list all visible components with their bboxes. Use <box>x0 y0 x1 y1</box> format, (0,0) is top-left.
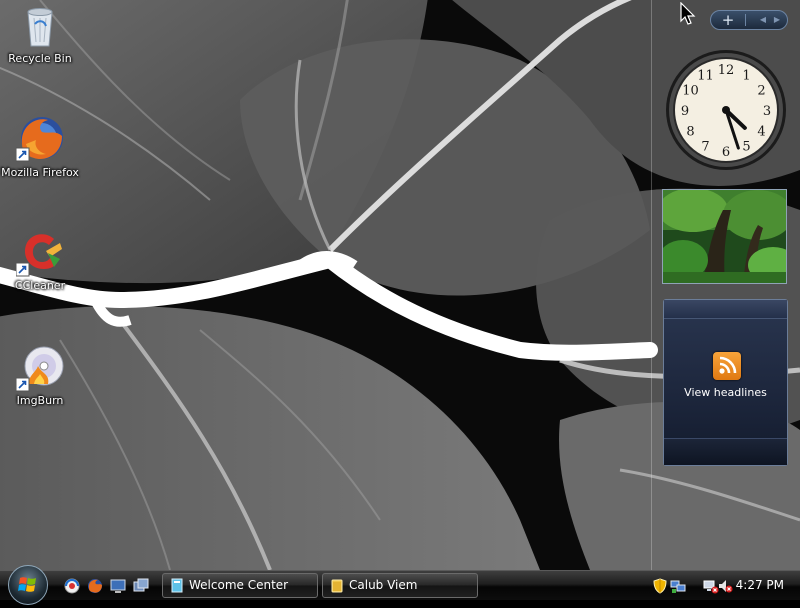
taskbar-button-folder[interactable]: Calub Viem <box>322 573 478 598</box>
show-desktop-icon[interactable] <box>110 578 126 594</box>
desktop-icon-label: CCleaner <box>14 279 66 292</box>
clock-numeral: 7 <box>701 140 709 155</box>
start-button[interactable] <box>8 565 48 605</box>
clock-numeral: 2 <box>757 84 765 99</box>
clock-numeral: 10 <box>682 84 699 99</box>
imgburn-icon <box>16 346 64 392</box>
clock-numeral: 1 <box>742 68 750 83</box>
volume-muted-icon[interactable] <box>717 578 733 594</box>
taskbar: Welcome Center Calub Viem 4:27 PM <box>0 565 800 605</box>
clock-face: 12 12 3 45678 9 1011 <box>666 50 786 170</box>
desktop-icon-label: ImgBurn <box>16 394 64 407</box>
feed-headlines-gadget[interactable]: View headlines <box>663 299 788 466</box>
clock-numeral: 4 <box>757 125 765 140</box>
ccleaner-icon <box>16 234 62 277</box>
clock-numeral: 6 <box>722 145 730 160</box>
desktop-icon-imgburn[interactable]: ImgBurn <box>0 344 82 407</box>
slideshow-gadget[interactable] <box>662 189 787 284</box>
desktop-icon-label: Recycle Bin <box>8 52 72 65</box>
notification-area: 4:27 PM <box>646 571 800 600</box>
clock-numeral: 12 <box>718 63 735 78</box>
mouse-pointer-icon <box>680 2 696 25</box>
firefox-quicklaunch-icon[interactable] <box>87 578 103 594</box>
clock-gadget[interactable]: 12 1 2 3 4 5 6 7 8 9 10 11 <box>663 47 789 173</box>
feed-gadget-footer <box>664 438 787 465</box>
add-gadget-button[interactable]: + <box>717 11 739 29</box>
taskbar-button-welcome-center[interactable]: Welcome Center <box>162 573 318 598</box>
clock-numeral: 5 <box>742 140 750 155</box>
desktop-icon-firefox[interactable]: Mozilla Firefox <box>0 114 82 179</box>
clock-numeral: 8 <box>686 125 694 140</box>
taskbar-button-label: Calub Viem <box>349 578 418 592</box>
desktop-icon-ccleaner[interactable]: CCleaner <box>0 229 82 292</box>
windows-logo-icon <box>18 577 36 592</box>
taskbar-button-label: Welcome Center <box>189 578 289 592</box>
folder-icon <box>331 579 343 593</box>
taskbar-clock[interactable]: 4:27 PM <box>736 571 784 600</box>
recycle-bin-icon <box>27 8 53 47</box>
desktop-icon-recycle-bin[interactable]: Recycle Bin <box>0 2 82 65</box>
ie-icon[interactable] <box>64 578 80 594</box>
switch-windows-icon[interactable] <box>133 578 149 594</box>
view-headlines-link[interactable]: View headlines <box>664 386 787 399</box>
rss-feed-icon <box>713 352 741 380</box>
forest-photo <box>663 190 786 283</box>
firefox-icon <box>16 117 63 162</box>
clock-numeral: 3 <box>763 104 771 119</box>
sidebar-control-bar: + ◀ ▶ <box>710 10 788 30</box>
sidebar-control-separator <box>745 14 746 26</box>
clock-numeral: 11 <box>697 68 714 83</box>
network-icon[interactable] <box>670 578 686 594</box>
clock-numeral: 9 <box>681 104 689 119</box>
feed-gadget-header <box>664 300 787 319</box>
next-page-button[interactable]: ▶ <box>769 11 785 29</box>
desktop-icon-label: Mozilla Firefox <box>1 166 79 179</box>
desktop[interactable]: Recycle Bin Mozilla Firefox CCleaner Img… <box>0 0 800 570</box>
sidebar-divider <box>651 0 652 570</box>
security-shield-icon[interactable] <box>652 578 668 594</box>
welcome-center-icon <box>171 578 183 593</box>
